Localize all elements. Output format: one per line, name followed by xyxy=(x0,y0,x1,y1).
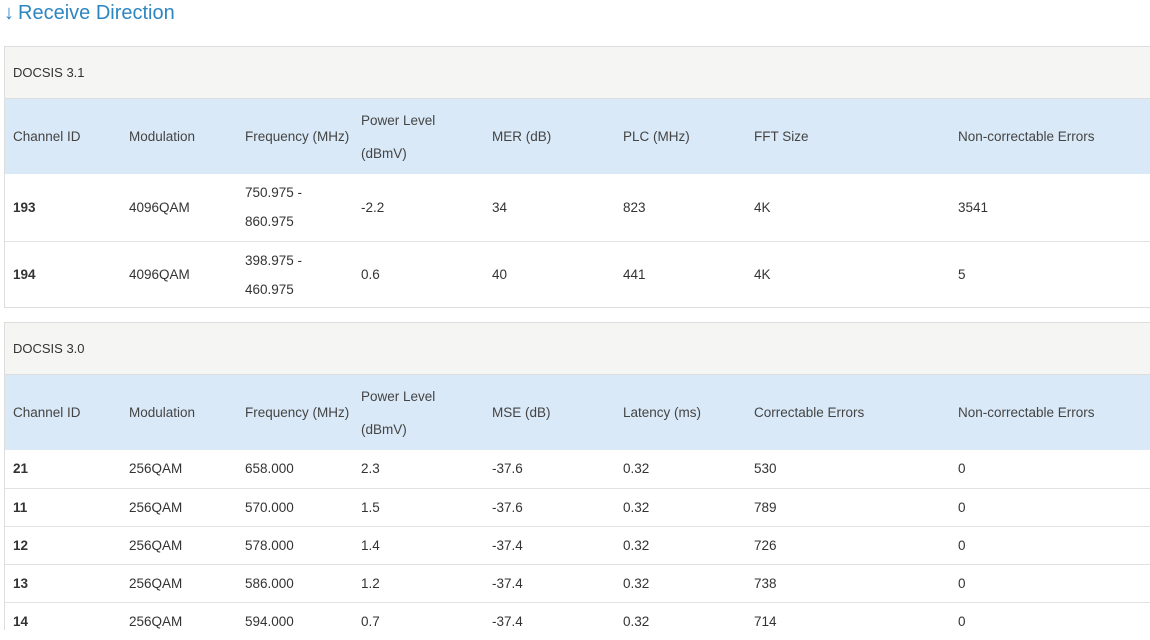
mse-cell: -37.4 xyxy=(484,601,615,640)
column-header: Non-correctable Errors xyxy=(950,99,1150,174)
non-correctable-cell: 5 xyxy=(950,240,1150,308)
column-header: Power Level (dBmV) xyxy=(353,99,484,174)
modulation-cell: 256QAM xyxy=(121,487,237,526)
table-row: 12 256QAM 578.000 1.4 -37.4 0.32 726 0 xyxy=(5,525,1150,564)
power-level-cell: -2.2 xyxy=(361,199,385,215)
docsis31-section: DOCSIS 3.1 Channel ID Modulation Frequen… xyxy=(4,46,1150,308)
power-level-cell: 1.2 xyxy=(353,563,484,602)
column-header: Correctable Errors xyxy=(746,375,950,450)
table-row: 194 4096QAM 398.975 - 460.975 0.6 40 441… xyxy=(5,240,1150,308)
channel-id-cell: 13 xyxy=(5,563,121,602)
fft-size-cell: 4K xyxy=(754,199,771,215)
table-row: 13 256QAM 586.000 1.2 -37.4 0.32 738 0 xyxy=(5,563,1150,602)
table-row: 193 4096QAM 750.975 - 860.975 -2.2 34 82… xyxy=(5,174,1150,241)
modulation-cell: 256QAM xyxy=(121,563,237,602)
non-correctable-cell: 0 xyxy=(950,563,1150,602)
modulation-cell: 256QAM xyxy=(121,601,237,640)
column-header: FFT Size xyxy=(746,99,950,174)
column-header: Frequency (MHz) xyxy=(237,99,353,174)
table-row: 14 256QAM 594.000 0.7 -37.4 0.32 714 0 xyxy=(5,601,1150,640)
docsis30-title: DOCSIS 3.0 xyxy=(5,323,1150,375)
power-level-cell: 2.3 xyxy=(361,461,380,477)
column-header: Latency (ms) xyxy=(615,375,746,450)
mer-cell: 34 xyxy=(492,199,508,215)
frequency-cell: 658.000 xyxy=(245,461,294,477)
docsis31-title: DOCSIS 3.1 xyxy=(5,47,1150,99)
correctable-cell: 530 xyxy=(754,461,777,477)
frequency-cell: 398.975 - 460.975 xyxy=(237,240,353,308)
section-heading: ↓ Receive Direction xyxy=(4,0,175,26)
channel-id-cell: 14 xyxy=(5,601,121,640)
modulation-cell: 4096QAM xyxy=(121,240,237,308)
table-row: 11 256QAM 570.000 1.5 -37.6 0.32 789 0 xyxy=(5,487,1150,526)
correctable-cell: 738 xyxy=(746,563,950,602)
column-header: PLC (MHz) xyxy=(615,99,746,174)
column-header: Channel ID xyxy=(5,375,121,450)
latency-cell: 0.32 xyxy=(615,487,746,526)
latency-cell: 0.32 xyxy=(615,563,746,602)
mse-cell: -37.4 xyxy=(484,525,615,564)
table-row: 21 256QAM 658.000 2.3 -37.6 0.32 530 0 xyxy=(5,450,1150,488)
frequency-cell: 594.000 xyxy=(237,601,353,640)
column-header: Channel ID xyxy=(5,99,121,174)
column-header: Frequency (MHz) xyxy=(237,375,353,450)
correctable-cell: 726 xyxy=(746,525,950,564)
power-level-cell: 1.4 xyxy=(353,525,484,564)
latency-cell: 0.32 xyxy=(623,461,650,477)
column-header: Power Level (dBmV) xyxy=(353,375,484,450)
frequency-cell: 570.000 xyxy=(237,487,353,526)
non-correctable-cell: 3541 xyxy=(958,199,989,215)
non-correctable-cell: 0 xyxy=(950,525,1150,564)
channel-id-cell: 11 xyxy=(5,487,121,526)
latency-cell: 0.32 xyxy=(615,525,746,564)
column-header: MSE (dB) xyxy=(484,375,615,450)
mse-cell: -37.6 xyxy=(492,461,523,477)
latency-cell: 0.32 xyxy=(615,601,746,640)
docsis31-table: Channel ID Modulation Frequency (MHz) Po… xyxy=(5,99,1150,308)
channel-id-cell: 12 xyxy=(5,525,121,564)
plc-cell: 441 xyxy=(615,240,746,308)
plc-cell: 823 xyxy=(623,199,646,215)
channel-id-cell: 193 xyxy=(13,199,36,215)
modulation-cell: 4096QAM xyxy=(129,199,190,215)
heading-title: Receive Direction xyxy=(18,2,175,24)
frequency-cell: 578.000 xyxy=(237,525,353,564)
frequency-cell: 586.000 xyxy=(237,563,353,602)
column-header: MER (dB) xyxy=(484,99,615,174)
power-level-cell: 1.5 xyxy=(353,487,484,526)
power-level-cell: 0.6 xyxy=(353,240,484,308)
docsis30-section: DOCSIS 3.0 Channel ID Modulation Frequen… xyxy=(4,322,1150,640)
correctable-cell: 789 xyxy=(746,487,950,526)
power-level-cell: 0.7 xyxy=(353,601,484,640)
mer-cell: 40 xyxy=(484,240,615,308)
correctable-cell: 714 xyxy=(746,601,950,640)
arrow-down-icon: ↓ xyxy=(4,2,14,24)
frequency-cell: 750.975 - 860.975 xyxy=(245,185,303,230)
docsis30-table: Channel ID Modulation Frequency (MHz) Po… xyxy=(5,375,1150,640)
column-header: Modulation xyxy=(121,375,237,450)
channel-id-cell: 194 xyxy=(5,240,121,308)
modulation-cell: 256QAM xyxy=(129,461,183,477)
mse-cell: -37.6 xyxy=(484,487,615,526)
column-header: Modulation xyxy=(121,99,237,174)
non-correctable-cell: 0 xyxy=(958,461,966,477)
channel-id-cell: 21 xyxy=(13,461,29,477)
non-correctable-cell: 0 xyxy=(950,487,1150,526)
modulation-cell: 256QAM xyxy=(121,525,237,564)
non-correctable-cell: 0 xyxy=(950,601,1150,640)
mse-cell: -37.4 xyxy=(484,563,615,602)
column-header: Non-correctable Errors xyxy=(950,375,1150,450)
table-header-row: Channel ID Modulation Frequency (MHz) Po… xyxy=(5,375,1150,450)
table-header-row: Channel ID Modulation Frequency (MHz) Po… xyxy=(5,99,1150,174)
fft-size-cell: 4K xyxy=(746,240,950,308)
